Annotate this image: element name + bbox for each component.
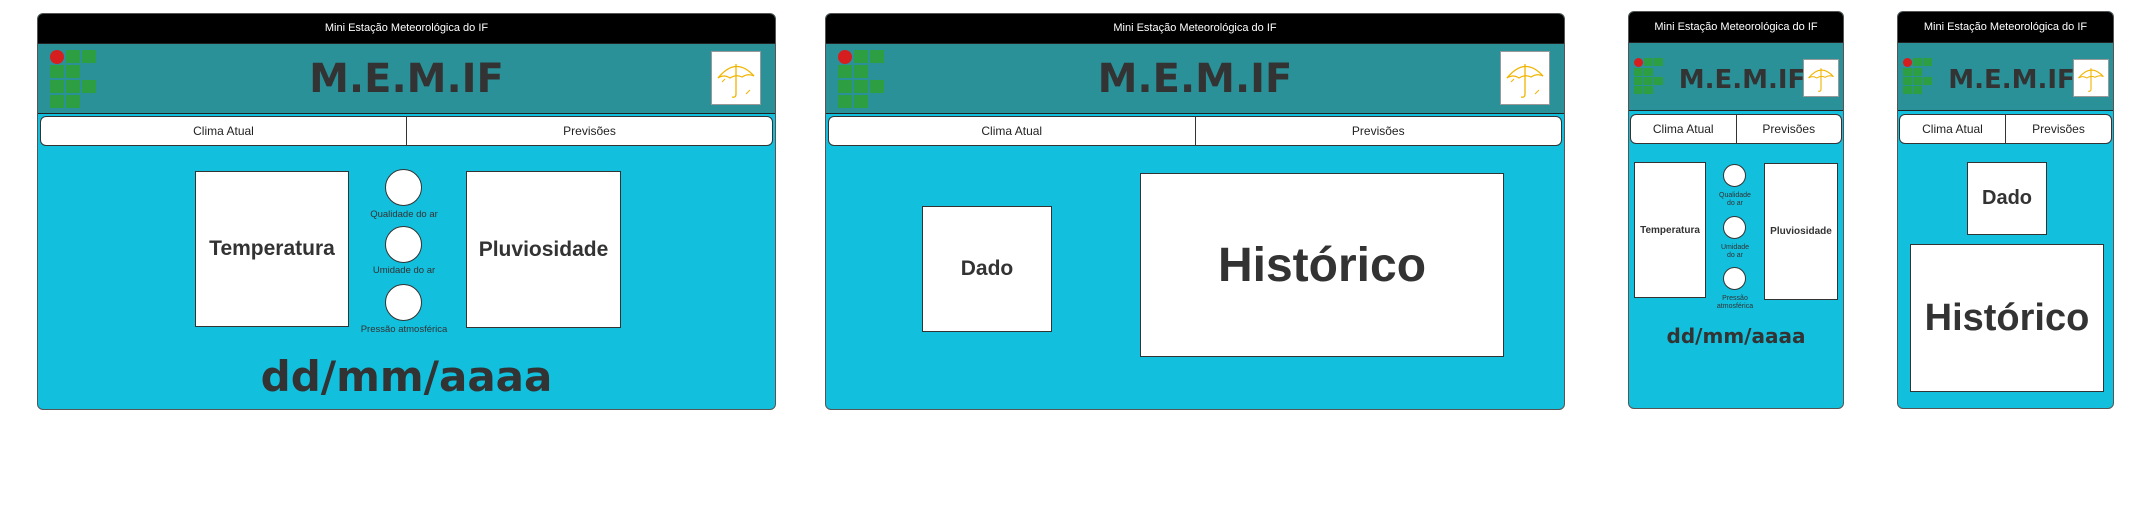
rainfall-card[interactable]: Pluviosidade [1764,163,1838,300]
temperature-card[interactable]: Temperatura [1634,162,1706,298]
data-card[interactable]: Dado [922,206,1052,332]
app-header: M.E.M.IF [1629,42,1843,111]
umbrella-icon [711,51,761,105]
rainfall-card[interactable]: Pluviosidade [466,171,621,328]
umbrella-icon [2073,59,2109,97]
tab-bar: Clima Atual Previsões [1630,114,1842,144]
window-titlebar: Mini Estação Meteorológica do IF [1629,12,1843,42]
desktop-current-weather-screen: Mini Estação Meteorológica do IF M.E.M.I… [37,13,776,410]
app-title: M.E.M.IF [1097,56,1293,102]
umbrella-icon [1803,59,1839,97]
air-quality-label: Qualidade do ar [1719,192,1751,207]
tab-clima-atual[interactable]: Clima Atual [41,117,406,145]
window-titlebar: Mini Estação Meteorológica do IF [38,14,775,43]
air-quality-label: Qualidade do ar [370,209,438,220]
air-pressure-indicator [385,284,422,321]
app-title: M.E.M.IF [309,56,504,102]
date-display: dd/mm/aaaa [1666,324,1806,348]
tab-bar: Clima Atual Previsões [1899,114,2112,144]
tab-previsoes[interactable]: Previsões [1735,115,1842,143]
air-quality-indicator [1723,164,1746,187]
air-humidity-label: Umidade do ar [372,265,436,276]
umbrella-icon [1500,51,1550,105]
air-humidity-label: Umidade do ar [1720,244,1749,259]
history-card[interactable]: Histórico [1140,173,1504,357]
tab-previsoes[interactable]: Previsões [2005,115,2111,143]
tab-previsoes[interactable]: Previsões [1194,117,1562,145]
mobile-current-weather-screen: Mini Estação Meteorológica do IF M.E.M.I… [1628,11,1844,409]
temperature-card[interactable]: Temperatura [195,171,349,327]
date-display: dd/mm/aaaa [260,352,553,401]
air-pressure-label: Pressão atmosférica [360,324,448,335]
tab-previsoes[interactable]: Previsões [406,117,772,145]
window-titlebar: Mini Estação Meteorológica do IF [826,14,1564,43]
app-header: M.E.M.IF [38,43,775,114]
tab-clima-atual[interactable]: Clima Atual [1631,115,1736,143]
tab-clima-atual[interactable]: Clima Atual [1900,115,2005,143]
air-humidity-indicator [385,226,422,263]
data-card[interactable]: Dado [1967,162,2047,235]
history-card[interactable]: Histórico [1910,244,2104,392]
air-pressure-label: Pressão atmosférica [1716,295,1754,310]
air-quality-indicator [385,169,422,206]
air-humidity-indicator [1723,216,1746,239]
app-header: M.E.M.IF [1898,42,2113,111]
air-pressure-indicator [1723,267,1746,290]
tab-clima-atual[interactable]: Clima Atual [829,117,1195,145]
app-header: M.E.M.IF [826,43,1564,114]
desktop-forecast-screen: Mini Estação Meteorológica do IF M.E.M.I… [825,13,1565,410]
tab-bar: Clima Atual Previsões [828,116,1562,146]
mobile-forecast-screen: Mini Estação Meteorológica do IF M.E.M.I… [1897,11,2114,409]
window-titlebar: Mini Estação Meteorológica do IF [1898,12,2113,42]
tab-bar: Clima Atual Previsões [40,116,773,146]
